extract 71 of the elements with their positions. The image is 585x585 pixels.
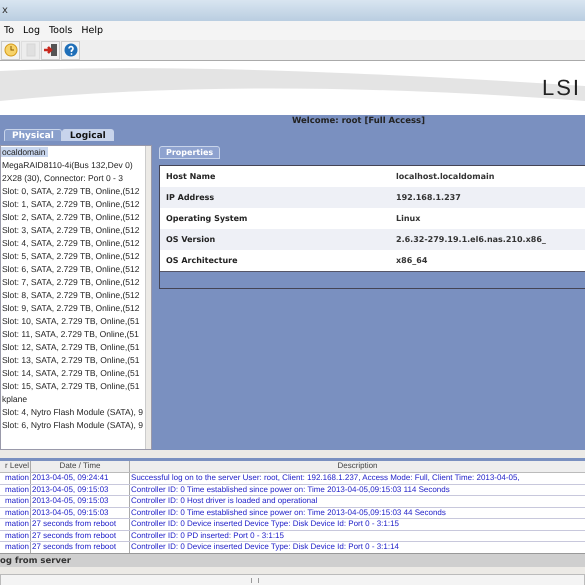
tree-item[interactable]: MegaRAID8110-4i(Bus 132,Dev 0) — [1, 160, 145, 170]
table-cell: 27 seconds from reboot — [31, 530, 130, 541]
help-icon — [64, 43, 78, 57]
table-cell-text: Controller ID: 0 Device inserted Device Type: Disk Device Id: Port 0 - 3:1:14 — [130, 542, 400, 552]
tree-item[interactable]: Slot: 9, SATA, 2.729 TB, Online,(512 — [1, 303, 145, 313]
logo: LSI — [542, 75, 581, 101]
table-cell: 2013-04-05, 09:15:03 — [31, 484, 130, 495]
status-text: og from server — [0, 556, 71, 566]
property-value: localhost.localdomain — [396, 172, 494, 181]
tree-item[interactable]: Slot: 3, SATA, 2.729 TB, Online,(512 — [1, 225, 145, 235]
table-cell-text: Controller ID: 0 Time established since power on: Time 2013-04-05,09:15:03 114 Seconds — [130, 484, 451, 495]
tree-item[interactable]: Slot: 8, SATA, 2.729 TB, Online,(512 — [1, 290, 145, 300]
column-header[interactable]: Description — [130, 461, 585, 472]
property-value: Linux — [396, 214, 420, 223]
table-cell: mation — [0, 508, 31, 518]
menu-item[interactable]: Help — [81, 25, 104, 36]
table-cell: 27 seconds from reboot — [31, 519, 130, 530]
property-value: 2.6.32-279.19.1.el6.nas.210.x86_ — [396, 235, 546, 244]
scrollbar[interactable] — [0, 574, 585, 585]
tree-item[interactable]: Slot: 0, SATA, 2.729 TB, Online,(512 — [1, 186, 145, 196]
tree-item[interactable]: kplane — [1, 394, 145, 404]
window-title: x — [2, 5, 8, 16]
welcome-text: Welcome: root [Full Access] — [292, 116, 425, 126]
table-cell-text: Controller ID: 0 PD inserted: Port 0 - 3:1:15 — [130, 530, 285, 541]
property-label: OS Version — [165, 235, 216, 244]
tree-item[interactable]: Slot: 14, SATA, 2.729 TB, Online,(51 — [1, 368, 145, 378]
table-cell: 2013-04-05, 09:15:03 — [31, 508, 130, 518]
tree-item[interactable]: Slot: 12, SATA, 2.729 TB, Online,(51 — [1, 342, 145, 352]
table-cell: mation — [0, 484, 31, 495]
property-label: IP Address — [165, 193, 216, 202]
toolbar-button[interactable] — [61, 40, 80, 60]
tree-item[interactable]: Slot: 7, SATA, 2.729 TB, Online,(512 — [1, 277, 145, 287]
property-label: OS Architecture — [165, 256, 239, 265]
tree-item[interactable]: Slot: 5, SATA, 2.729 TB, Online,(512 — [1, 251, 145, 261]
tree-item[interactable]: Slot: 11, SATA, 2.729 TB, Online,(51 — [1, 329, 145, 339]
grip-icon — [251, 578, 259, 583]
property-label: Operating System — [165, 214, 248, 223]
tree-item[interactable]: Slot: 4, Nytro Flash Module (SATA), 9 — [1, 407, 145, 417]
menu-item[interactable]: Log — [23, 25, 40, 36]
tree-item[interactable]: Slot: 13, SATA, 2.729 TB, Online,(51 — [1, 355, 145, 365]
exit-icon — [42, 43, 58, 57]
table-cell: mation — [0, 530, 31, 541]
tree-item[interactable]: Slot: 1, SATA, 2.729 TB, Online,(512 — [1, 199, 145, 209]
menu-item[interactable]: Tools — [48, 25, 72, 36]
table-cell-text: Controller ID: 0 Time established since power on: Time 2013-04-05,09:15:03 44 Seconds — [130, 508, 447, 518]
table-cell: 2013-04-05, 09:24:41 — [31, 473, 130, 484]
table-cell: mation — [0, 473, 31, 484]
table-cell-text: Controller ID: 0 Host driver is loaded and operational — [130, 496, 318, 506]
clock-icon — [4, 43, 18, 57]
tree-item[interactable]: Slot: 4, SATA, 2.729 TB, Online,(512 — [1, 238, 145, 248]
column-header[interactable]: Date / Time — [31, 461, 130, 472]
property-label: Host Name — [165, 172, 216, 181]
table-cell-text: Successful log on to the server User: root, Client: 192.168.1.237, Access Mode: Full, Client Time: 2013-04-05, — [130, 473, 521, 484]
tree-item[interactable]: Slot: 6, Nytro Flash Module (SATA), 9 — [1, 420, 145, 430]
toolbar-button[interactable] — [41, 40, 60, 60]
table-cell: mation — [0, 519, 31, 530]
table-cell: mation — [0, 496, 31, 506]
tree-item[interactable]: ocaldomain — [1, 147, 48, 157]
view-tab[interactable]: Logical — [62, 129, 114, 141]
tree-item[interactable]: 2X28 (30), Connector: Port 0 - 3 — [1, 173, 145, 183]
tree-item[interactable]: Slot: 6, SATA, 2.729 TB, Online,(512 — [1, 264, 145, 274]
table-cell: 2013-04-05, 09:15:03 — [31, 496, 130, 506]
tree-item[interactable]: Slot: 2, SATA, 2.729 TB, Online,(512 — [1, 212, 145, 222]
scrollbar[interactable] — [145, 146, 151, 449]
tree-item[interactable]: Slot: 15, SATA, 2.729 TB, Online,(51 — [1, 381, 145, 391]
property-value: 192.168.1.237 — [396, 193, 461, 202]
table-cell-text: Controller ID: 0 Device inserted Device Type: Disk Device Id: Port 0 - 3:1:15 — [130, 519, 400, 530]
tree-item[interactable]: Slot: 10, SATA, 2.729 TB, Online,(51 — [1, 316, 145, 326]
menu-item[interactable]: To — [4, 25, 14, 36]
column-header[interactable]: r Level — [0, 461, 31, 472]
property-value: x86_64 — [396, 256, 428, 265]
